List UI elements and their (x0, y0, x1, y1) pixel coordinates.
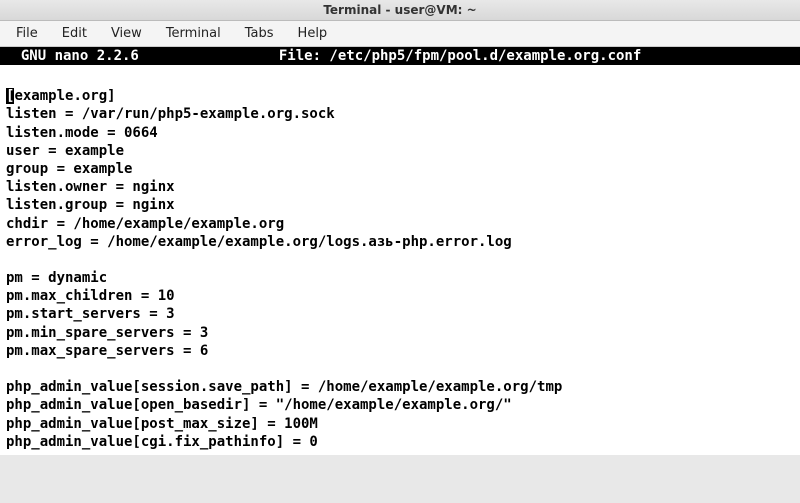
menu-terminal[interactable]: Terminal (156, 24, 231, 43)
window-titlebar: Terminal - user@VM: ~ (0, 0, 800, 21)
menu-help[interactable]: Help (288, 24, 338, 43)
menubar: File Edit View Terminal Tabs Help (0, 21, 800, 47)
nano-version: GNU nano 2.2.6 (4, 48, 139, 64)
file-body: listen = /var/run/php5-example.org.sock … (6, 106, 562, 449)
menu-tabs[interactable]: Tabs (235, 24, 284, 43)
menu-view[interactable]: View (101, 24, 152, 43)
first-line-rest: example.org] (14, 88, 115, 104)
header-spacer (139, 48, 279, 64)
nano-editor-content[interactable]: [example.org] listen = /var/run/php5-exa… (0, 65, 800, 455)
menu-file[interactable]: File (6, 24, 48, 43)
nano-filename: File: /etc/php5/fpm/pool.d/example.org.c… (279, 48, 641, 64)
menu-edit[interactable]: Edit (52, 24, 97, 43)
nano-header: GNU nano 2.2.6 File: /etc/php5/fpm/pool.… (0, 47, 800, 65)
window-title: Terminal - user@VM: ~ (323, 3, 476, 17)
